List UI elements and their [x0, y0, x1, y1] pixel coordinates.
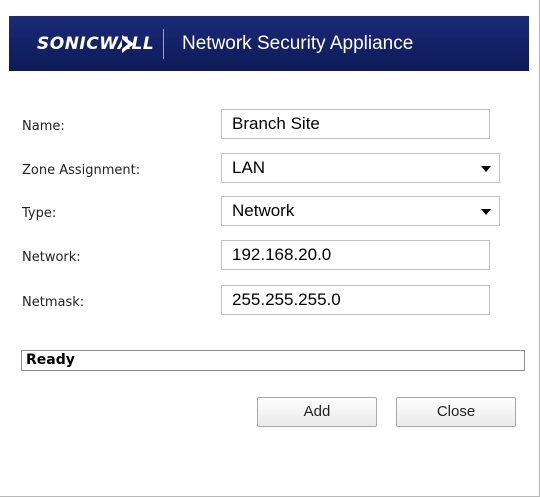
chevron-down-icon	[481, 166, 491, 172]
logo-arrow-inner-icon	[122, 39, 128, 49]
type-label: Type:	[22, 206, 57, 221]
close-button[interactable]: Close	[396, 397, 516, 427]
sonicwall-logo: SONICWALL	[37, 34, 155, 54]
network-field[interactable]	[221, 240, 490, 270]
type-value: Network	[232, 201, 295, 220]
network-label: Network:	[22, 250, 81, 265]
netmask-field[interactable]	[221, 285, 490, 315]
dialog-window: SONICWALL Network Security Appliance Nam…	[0, 0, 540, 497]
app-header: SONICWALL Network Security Appliance	[9, 16, 529, 71]
status-bar: Ready	[21, 350, 525, 371]
zone-assignment-label: Zone Assignment:	[22, 163, 141, 178]
netmask-label: Netmask:	[22, 295, 85, 310]
type-select[interactable]: Network	[221, 196, 500, 226]
header-divider	[163, 29, 164, 59]
app-title: Network Security Appliance	[182, 33, 414, 54]
name-field[interactable]	[221, 109, 490, 139]
zone-assignment-select[interactable]: LAN	[221, 153, 500, 183]
add-button[interactable]: Add	[257, 397, 377, 427]
name-label: Name:	[22, 119, 65, 134]
chevron-down-icon	[481, 209, 491, 215]
zone-assignment-value: LAN	[232, 158, 266, 177]
